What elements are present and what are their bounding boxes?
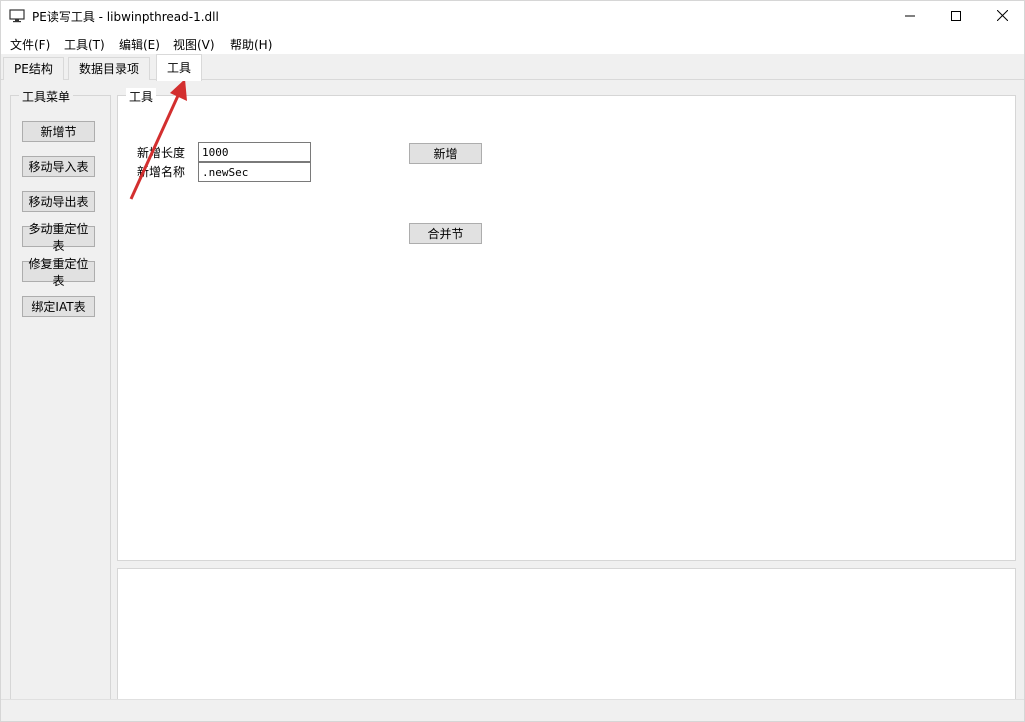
maximize-icon (951, 10, 961, 24)
move-relocation-table-button[interactable]: 多动重定位表 (22, 222, 95, 253)
length-input[interactable] (198, 142, 311, 162)
menu-tools[interactable]: 工具(T) (64, 36, 105, 53)
sidebar-title: 工具菜单 (19, 88, 74, 105)
menu-help[interactable]: 帮助(H) (230, 36, 272, 53)
add-section-button[interactable]: 新增节 (22, 121, 95, 142)
menu-edit[interactable]: 编辑(E) (119, 36, 160, 53)
red-arrow-annotation (129, 79, 187, 200)
minimize-icon (905, 10, 915, 24)
minimize-button[interactable] (887, 1, 933, 32)
maximize-button[interactable] (933, 1, 979, 32)
monitor-icon (9, 9, 25, 24)
window-title: PE读写工具 - libwinpthread-1.dll (32, 10, 219, 24)
fix-relocation-table-button[interactable]: 修复重定位表 (22, 257, 95, 288)
close-icon (996, 9, 1008, 24)
tab-pe-structure[interactable]: PE结构 (3, 57, 64, 80)
tab-tools[interactable]: 工具 (156, 54, 203, 81)
tools-groupbox: 工具 新增长度 新增名称 新增 合并节 (117, 88, 1016, 561)
title-bar: PE读写工具 - libwinpthread-1.dll (1, 1, 1024, 32)
menu-file[interactable]: 文件(F) (10, 36, 50, 53)
merge-section-button[interactable]: 合并节 (409, 223, 482, 244)
sidebar-groupbox: 工具菜单 新增节 移动导入表 移动导出表 多动重定位表 修复重定位表 绑定IAT… (10, 88, 111, 705)
move-export-table-button[interactable]: 移动导出表 (22, 191, 95, 212)
app-window: PE读写工具 - libwinpthread-1.dll 文件(F) 工具(T)… (0, 0, 1025, 722)
name-input[interactable] (198, 162, 311, 182)
close-button[interactable] (979, 1, 1025, 32)
menu-bar: 文件(F) 工具(T) 编辑(E) 视图(V) 帮助(H) (1, 32, 1024, 54)
status-bar (1, 699, 1024, 721)
bind-iat-table-button[interactable]: 绑定IAT表 (22, 296, 95, 317)
add-button[interactable]: 新增 (409, 143, 482, 164)
menu-view[interactable]: 视图(V) (173, 36, 215, 53)
move-import-table-button[interactable]: 移动导入表 (22, 156, 95, 177)
output-panel (117, 568, 1016, 708)
